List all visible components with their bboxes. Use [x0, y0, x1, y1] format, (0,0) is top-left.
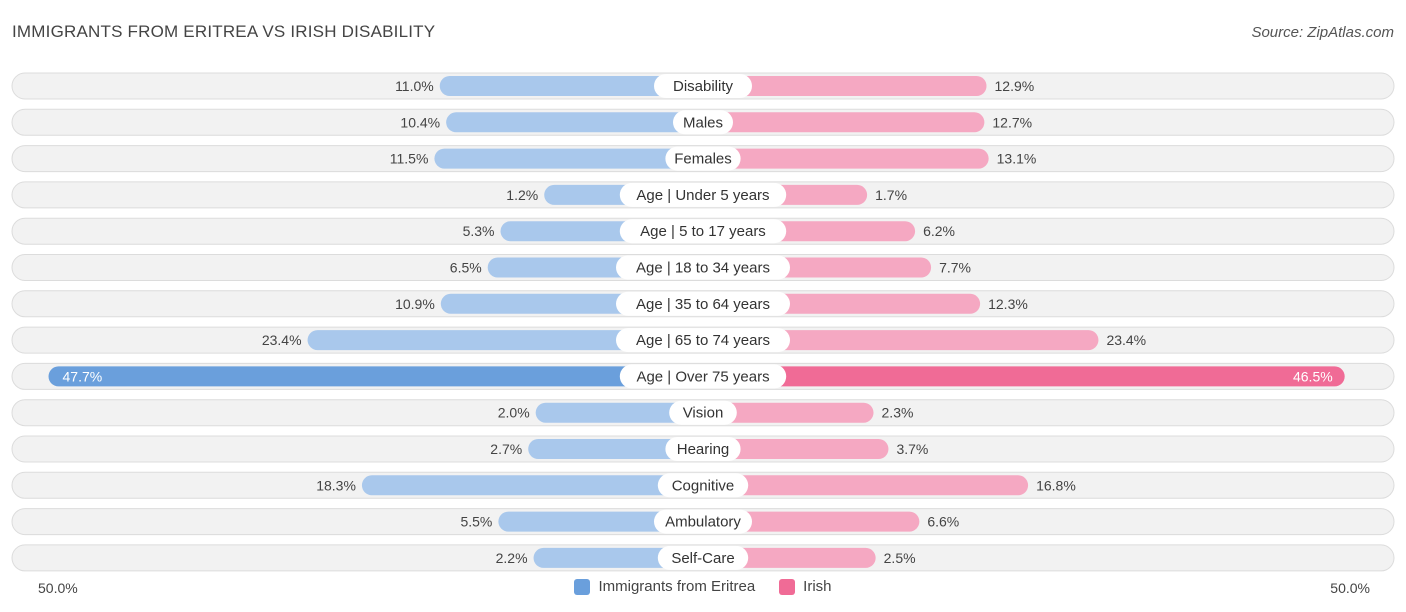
value-label-irish: 2.5% [884, 550, 916, 566]
category-label: Age | 5 to 17 years [640, 223, 766, 240]
value-label-eritrea: 11.0% [395, 78, 434, 94]
value-label-irish: 2.3% [882, 405, 914, 421]
category-label: Males [683, 114, 723, 131]
category-label: Hearing [677, 441, 730, 458]
value-label-eritrea: 2.7% [490, 441, 522, 457]
value-label-irish: 3.7% [896, 441, 928, 457]
value-label-eritrea: 5.5% [460, 514, 492, 530]
bar-irish [703, 112, 985, 133]
value-label-eritrea: 1.2% [506, 187, 538, 203]
value-label-irish: 13.1% [997, 151, 1037, 167]
value-label-eritrea: 23.4% [262, 332, 302, 348]
category-label: Vision [683, 405, 724, 422]
legend-item-irish[interactable]: Irish [779, 578, 832, 595]
value-label-eritrea: 18.3% [316, 477, 356, 493]
value-label-irish: 7.7% [939, 260, 971, 276]
value-label-eritrea: 6.5% [450, 260, 482, 276]
category-label: Age | Over 75 years [636, 368, 769, 385]
category-label: Age | Under 5 years [636, 187, 769, 204]
value-label-irish: 6.2% [923, 223, 955, 239]
value-label-irish: 12.3% [988, 296, 1028, 312]
legend-swatch-irish [779, 578, 796, 595]
value-label-irish: 23.4% [1106, 332, 1146, 348]
value-label-irish: 6.6% [927, 514, 959, 530]
chart-plot: 11.0% 12.9% Disability 10.4% 12.7% Males 11.5%… [11, 72, 1395, 572]
category-label: Cognitive [672, 477, 735, 494]
value-label-irish: 46.5% [1293, 368, 1333, 384]
value-label-eritrea: 10.9% [395, 296, 435, 312]
legend: Immigrants from Eritrea Irish [0, 578, 1406, 595]
bar-eritrea [361, 475, 703, 496]
value-label-eritrea: 11.5% [390, 151, 429, 167]
value-label-irish: 1.7% [875, 187, 907, 203]
value-label-eritrea: 2.0% [498, 405, 530, 421]
legend-swatch-eritrea [574, 578, 591, 595]
value-label-irish: 12.9% [995, 78, 1035, 94]
bar-eritrea [434, 148, 703, 169]
bar-eritrea [446, 112, 703, 133]
category-label: Females [674, 151, 732, 168]
category-label: Self-Care [671, 550, 734, 567]
category-label: Ambulatory [665, 514, 741, 531]
category-label: Age | 35 to 64 years [636, 296, 770, 313]
bar-irish [703, 366, 1345, 387]
bar-irish [703, 475, 1029, 496]
bar-eritrea [48, 366, 703, 387]
legend-label-eritrea: Immigrants from Eritrea [598, 578, 756, 595]
legend-item-eritrea[interactable]: Immigrants from Eritrea [574, 578, 755, 595]
category-label: Age | 18 to 34 years [636, 260, 770, 277]
value-label-eritrea: 10.4% [400, 114, 440, 130]
legend-label-irish: Irish [803, 578, 832, 595]
value-label-eritrea: 2.2% [496, 550, 528, 566]
value-label-eritrea: 5.3% [463, 223, 495, 239]
category-label: Age | 65 to 74 years [636, 332, 770, 349]
value-label-irish: 16.8% [1036, 477, 1076, 493]
value-label-irish: 12.7% [992, 114, 1032, 130]
bar-irish [703, 148, 989, 169]
category-label: Disability [673, 78, 734, 95]
value-label-eritrea: 47.7% [63, 368, 103, 384]
